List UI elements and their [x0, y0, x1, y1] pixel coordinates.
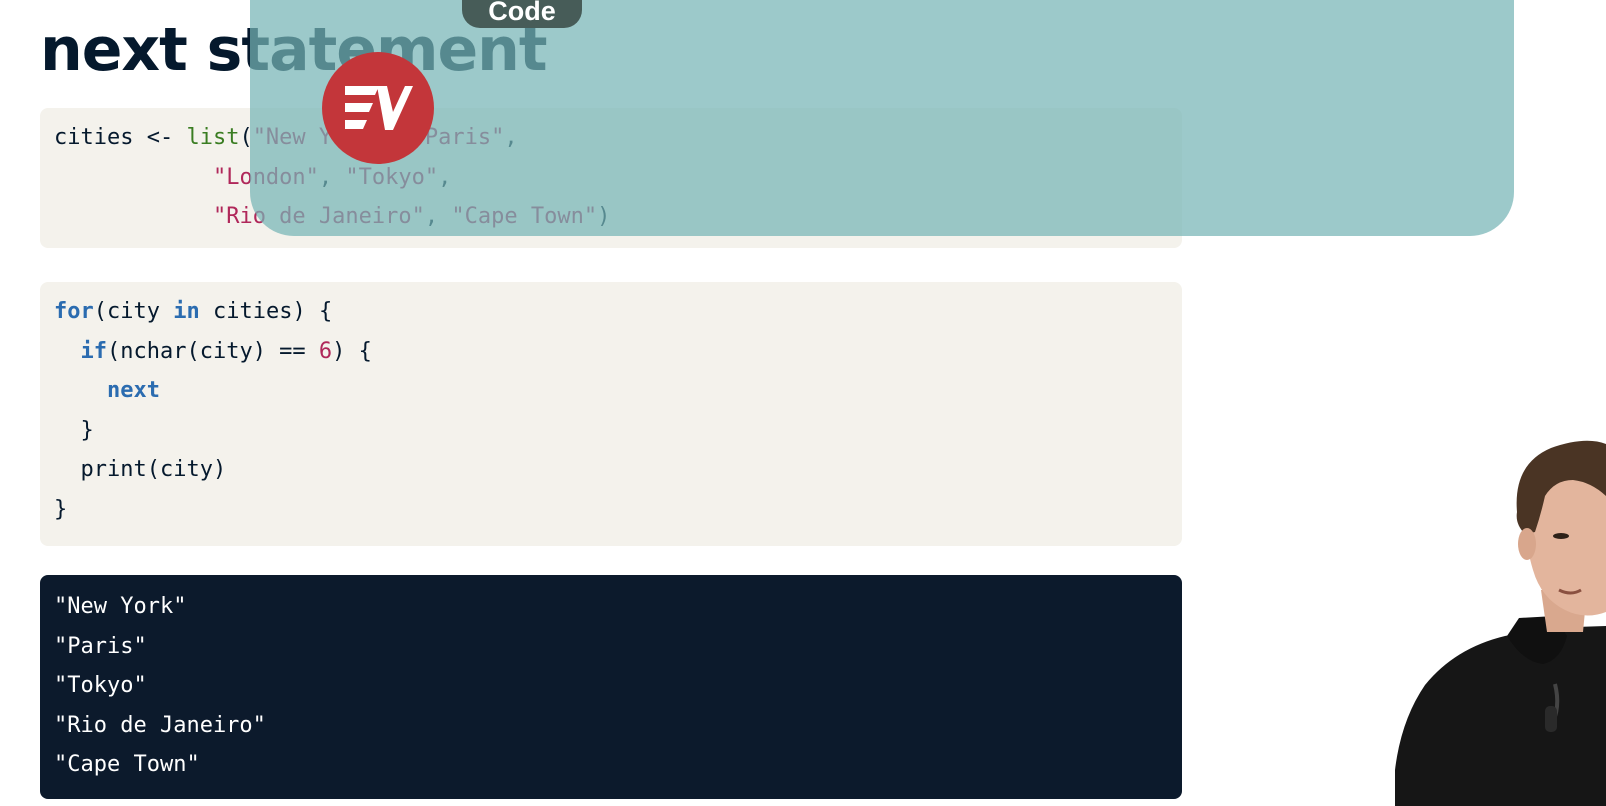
presenter-video-thumbnail — [1395, 440, 1606, 806]
code-token: list — [186, 125, 240, 150]
code-token: (nchar(city) == — [107, 338, 319, 364]
code-block-2-line: print(city) — [54, 450, 1168, 490]
code-token: next — [106, 378, 160, 403]
code-token: } — [54, 496, 68, 522]
code-block-2-line: if(nchar(city) == 6) { — [54, 332, 1168, 372]
code-token: if — [80, 338, 108, 364]
code-block-2-line: for(city in cities) { — [54, 292, 1168, 332]
code-block-for-loop: for(city in cities) { if(nchar(city) == … — [40, 282, 1182, 546]
code-token: 6 — [318, 338, 333, 364]
output-block: "New York" "Paris" "Tokyo" "Rio de Janeiro"… — [40, 575, 1182, 799]
code-token: } — [54, 417, 94, 443]
code-block-2-line: } — [54, 490, 1168, 530]
output-line: "New York" — [54, 594, 187, 619]
code-token: in — [173, 299, 200, 324]
code-token: cities <- — [54, 125, 187, 150]
code-token: for — [54, 299, 94, 324]
code-block-2-line: next — [54, 371, 1168, 411]
output-line: "Rio de Janeiro" — [54, 712, 266, 738]
output-line: "Paris" — [54, 633, 147, 659]
vpn-logo-glyph — [345, 86, 413, 130]
code-token: (city — [93, 299, 174, 324]
output-line: "Tokyo" — [54, 673, 147, 698]
code-block-2-line: } — [54, 411, 1168, 451]
code-overlay-panel — [250, 0, 1514, 236]
expressvpn-logo-icon[interactable] — [322, 52, 434, 164]
code-token: ) { — [332, 338, 372, 364]
code-token: cities) { — [199, 299, 333, 324]
slide: next statement cities <- list("New York"… — [0, 0, 1606, 806]
code-tab-button[interactable]: Code — [462, 0, 582, 28]
code-token: print(city) — [54, 457, 227, 482]
output-line: "Cape Town" — [54, 752, 200, 777]
